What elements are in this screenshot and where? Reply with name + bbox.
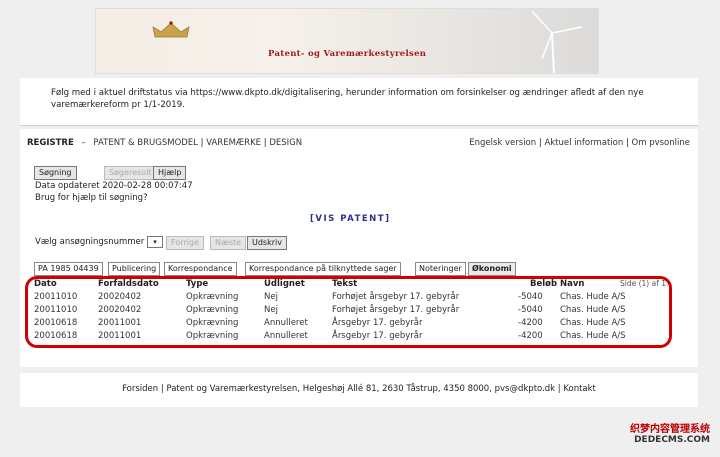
nav-patent[interactable]: PATENT & BRUGSMODEL: [93, 138, 198, 148]
footer-panel: Forsiden | Patent og Varemærkestyrelsen,…: [20, 373, 698, 407]
nav-design[interactable]: DESIGN: [269, 138, 302, 148]
vis-patent-heading: [VIS PATENT]: [310, 214, 391, 224]
tab-noteringer[interactable]: Noteringer: [415, 262, 466, 276]
search-button[interactable]: Søgning: [34, 166, 77, 180]
highlight-annotation: [25, 276, 672, 348]
watermark-line1: 织梦内容管理系统: [630, 424, 710, 435]
results-button[interactable]: Søgeresult: [104, 166, 157, 180]
tab-korrespondance[interactable]: Korrespondance: [164, 262, 237, 276]
nav-aktuel[interactable]: Aktuel information: [544, 138, 623, 148]
print-button[interactable]: Udskriv: [247, 236, 287, 250]
top-nav: REGISTRE – PATENT & BRUGSMODEL | VAREMÆR…: [27, 138, 303, 148]
prev-button[interactable]: Forrige: [166, 236, 204, 250]
footer-text: Forsiden | Patent og Varemærkestyrelsen,…: [122, 384, 596, 394]
nav-separator: –: [81, 138, 86, 148]
tab-korrespondance-tilknyttede[interactable]: Korrespondance på tilknyttede sager: [245, 262, 401, 276]
wind-turbine-image: [531, 10, 583, 73]
tab-application[interactable]: PA 1985 04439: [34, 262, 103, 276]
data-updated: Data opdateret 2020-02-28 00:07:47: [35, 181, 193, 191]
nav-varemaerke[interactable]: VAREMÆRKE: [206, 138, 261, 148]
top-nav-right: Engelsk version | Aktuel information | O…: [469, 138, 690, 148]
watermark-line2: DEDECMS.COM: [634, 435, 710, 445]
header-banner: Patent- og Varemærkestyrelsen: [95, 8, 599, 74]
help-button[interactable]: Hjælp: [153, 166, 187, 180]
nav-registre: REGISTRE: [27, 138, 74, 148]
nav-engelsk[interactable]: Engelsk version: [469, 138, 536, 148]
tab-okonomi[interactable]: Økonomi: [468, 262, 516, 276]
chevron-down-icon: ▾: [153, 238, 157, 246]
help-link[interactable]: Brug for hjælp til søgning?: [35, 193, 148, 203]
select-label: Vælg ansøgningsnummer: [35, 237, 145, 247]
brand-name: Patent- og Varemærkestyrelsen: [268, 49, 427, 59]
application-select[interactable]: ▾: [147, 236, 163, 248]
notice-panel: Følg med i aktuel driftstatus via https:…: [20, 78, 698, 126]
nav-om[interactable]: Om pvsonline: [632, 138, 690, 148]
notice-text: Følg med i aktuel driftstatus via https:…: [51, 88, 644, 110]
tab-publicering[interactable]: Publicering: [108, 262, 161, 276]
crown-logo: [152, 21, 190, 38]
watermark: 织梦内容管理系统 DEDECMS.COM: [610, 420, 710, 445]
next-button[interactable]: Næste: [210, 236, 247, 250]
